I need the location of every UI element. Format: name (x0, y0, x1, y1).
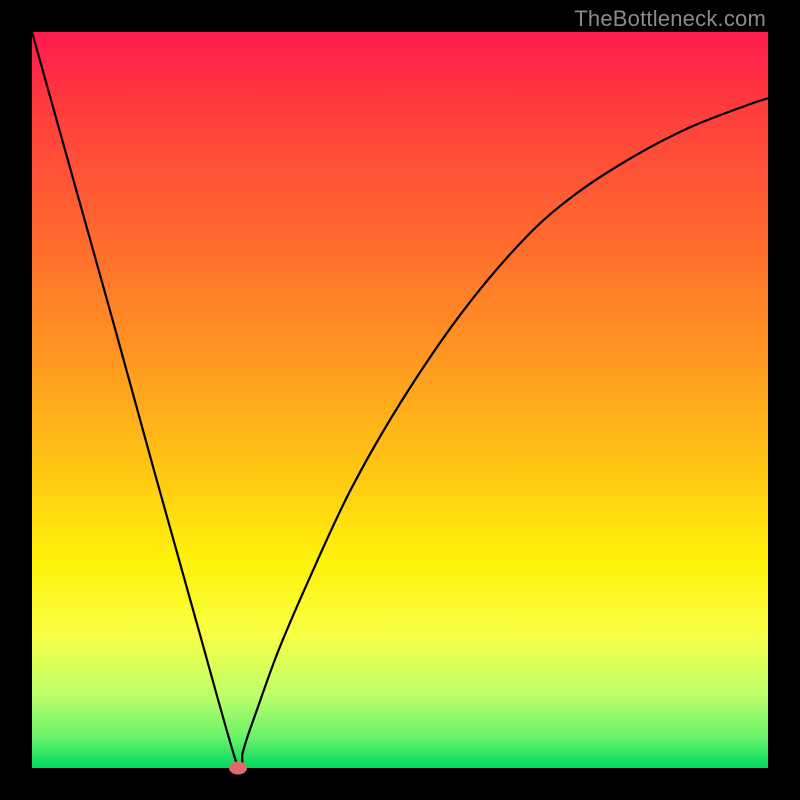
curve-svg (32, 32, 768, 768)
watermark-text: TheBottleneck.com (574, 6, 766, 32)
plot-area (32, 32, 768, 768)
chart-frame: TheBottleneck.com (0, 0, 800, 800)
minimum-marker (229, 762, 247, 775)
bottleneck-curve (32, 32, 768, 776)
